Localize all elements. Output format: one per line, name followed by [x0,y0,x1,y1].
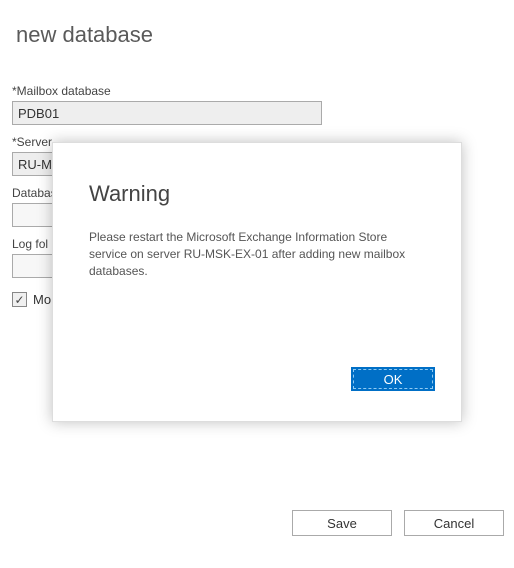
dialog-message: Please restart the Microsoft Exchange In… [89,229,409,279]
mount-checkbox[interactable] [12,292,27,307]
dialog-button-row: OK [351,367,435,391]
bottom-button-row: Save Cancel [292,510,504,536]
save-button[interactable]: Save [292,510,392,536]
mailbox-database-row: *Mailbox database [12,84,502,125]
ok-button[interactable]: OK [351,367,435,391]
dialog-title: Warning [89,181,425,207]
page-title: new database [16,22,502,48]
cancel-button[interactable]: Cancel [404,510,504,536]
warning-dialog: Warning Please restart the Microsoft Exc… [52,142,462,422]
mailbox-database-label: *Mailbox database [12,84,502,98]
mount-label: Mo [33,292,51,307]
mailbox-database-input[interactable] [12,101,322,125]
